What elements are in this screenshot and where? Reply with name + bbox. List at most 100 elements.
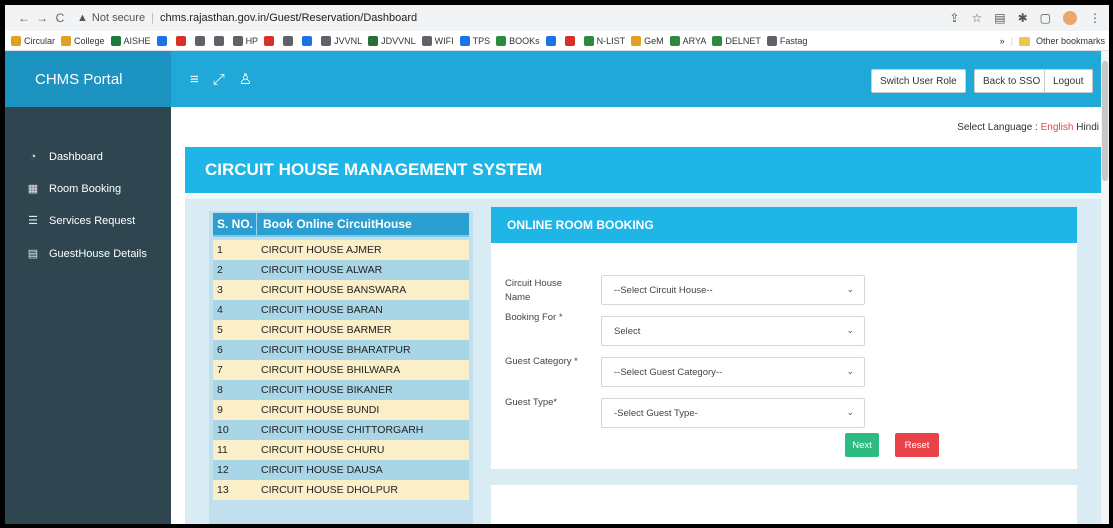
circuit-house-link[interactable]: CIRCUIT HOUSE AJMER — [257, 244, 382, 256]
table-row[interactable]: 9 CIRCUIT HOUSE BUNDI — [213, 400, 469, 420]
circuit-house-link[interactable]: CIRCUIT HOUSE BANSWARA — [257, 284, 406, 296]
circuit-house-link[interactable]: CIRCUIT HOUSE ALWAR — [257, 264, 382, 276]
bookmark-item[interactable] — [564, 35, 578, 46]
back-arrow-icon[interactable]: ← — [15, 11, 33, 25]
bookmark-item[interactable]: BOOKs — [496, 35, 540, 46]
other-bookmarks[interactable]: Other bookmarks — [1036, 36, 1105, 46]
bookmark-favicon-icon — [302, 35, 313, 46]
forward-arrow-icon[interactable]: → — [33, 11, 51, 25]
booking-for-select[interactable]: Select ⌄ — [601, 316, 865, 346]
table-row[interactable]: 11 CIRCUIT HOUSE CHURU — [213, 440, 469, 460]
menu-dots-icon[interactable]: ⋮ — [1089, 11, 1101, 25]
bookmark-item[interactable]: JDVVNL — [368, 35, 416, 46]
bookmark-item[interactable]: Circular — [11, 35, 56, 46]
bookmark-item[interactable] — [264, 35, 277, 46]
table-row[interactable]: 13 CIRCUIT HOUSE DHOLPUR — [213, 480, 469, 500]
bookmarks-overflow: » | Other bookmarks — [993, 31, 1105, 50]
table-row[interactable]: 1 CIRCUIT HOUSE AJMER — [213, 240, 469, 260]
circuit-house-link[interactable]: CIRCUIT HOUSE BHILWARA — [257, 364, 400, 376]
bookmark-item[interactable] — [302, 35, 315, 46]
bookmark-item[interactable]: JVVNL — [321, 35, 362, 46]
url-field[interactable]: ▲ Not secure | chms.rajasthan.gov.in/Gue… — [77, 12, 417, 24]
circuit-house-link[interactable]: CIRCUIT HOUSE BARMER — [257, 324, 392, 336]
bookmark-item[interactable]: HP — [232, 35, 258, 46]
back-to-sso-button[interactable]: Back to SSO — [974, 69, 1050, 93]
bookmark-item[interactable]: ARYA — [669, 35, 707, 46]
bookmark-item[interactable] — [175, 35, 189, 46]
reload-icon[interactable]: C — [51, 11, 69, 25]
language-english-link[interactable]: English — [1041, 122, 1074, 133]
expand-icon[interactable]: ⤢ — [213, 71, 225, 88]
circuit-house-link[interactable]: CIRCUIT HOUSE CHURU — [257, 444, 384, 456]
bookmark-item[interactable] — [194, 35, 208, 46]
table-row[interactable]: 10 CIRCUIT HOUSE CHITTORGARH — [213, 420, 469, 440]
sidebar-item-room-booking[interactable]: ▦ Room Booking — [27, 182, 121, 196]
brand-logo[interactable]: CHMS Portal — [5, 51, 171, 107]
sidebar-item-dashboard[interactable]: ◔ Dashboard — [27, 151, 103, 163]
bookmark-item[interactable]: College — [61, 35, 105, 46]
bookmark-favicon-icon — [421, 35, 432, 46]
table-row[interactable]: 8 CIRCUIT HOUSE BIKANER — [213, 380, 469, 400]
logout-button[interactable]: Logout — [1044, 69, 1093, 93]
switch-user-role-button[interactable]: Switch User Role — [871, 69, 966, 93]
share-icon[interactable]: ⇪ — [949, 11, 959, 25]
sidebar-item-services-request[interactable]: ☰ Services Request — [27, 214, 135, 228]
more-bookmarks-chevron[interactable]: » — [1000, 36, 1005, 46]
bookmark-item[interactable] — [283, 35, 296, 46]
guest-type-select[interactable]: -Select Guest Type- ⌄ — [601, 398, 865, 428]
bookmark-label: JDVVNL — [381, 35, 416, 46]
bookmark-label: N-LIST — [596, 35, 626, 46]
extensions-icon[interactable]: ✱ — [1018, 11, 1028, 25]
row-number: 5 — [217, 324, 223, 336]
page-scrollbar[interactable] — [1101, 51, 1109, 524]
scrollbar-thumb[interactable] — [1102, 61, 1108, 181]
table-row[interactable]: 5 CIRCUIT HOUSE BARMER — [213, 320, 469, 340]
circuit-house-link[interactable]: CIRCUIT HOUSE DHOLPUR — [257, 484, 398, 496]
reset-button[interactable]: Reset — [895, 433, 939, 457]
next-button[interactable]: Next — [845, 433, 879, 457]
table-row[interactable]: 2 CIRCUIT HOUSE ALWAR — [213, 260, 469, 280]
circuit-house-link[interactable]: CIRCUIT HOUSE BHARATPUR — [257, 344, 411, 356]
circuit-house-link[interactable]: CIRCUIT HOUSE DAUSA — [257, 464, 383, 476]
bookmark-item[interactable] — [545, 35, 559, 46]
circuit-house-link[interactable]: CIRCUIT HOUSE BUNDI — [257, 404, 379, 416]
bookmark-item[interactable] — [213, 35, 227, 46]
bookmark-item[interactable]: N-LIST — [583, 35, 626, 46]
star-icon[interactable]: ☆ — [971, 11, 982, 25]
url-text[interactable]: chms.rajasthan.gov.in/Guest/Reservation/… — [160, 12, 417, 24]
user-icon[interactable]: ♙ — [239, 70, 252, 88]
table-row[interactable]: 4 CIRCUIT HOUSE BARAN — [213, 300, 469, 320]
bookmark-item[interactable]: WIFI — [421, 35, 454, 46]
bookmark-label: Circular — [24, 35, 56, 46]
circuit-house-name-label: Circuit House Name — [505, 278, 563, 303]
reading-list-icon[interactable]: ▤ — [994, 11, 1005, 25]
circuit-house-link[interactable]: CIRCUIT HOUSE BARAN — [257, 304, 383, 316]
bookmark-item[interactable]: TPS — [459, 35, 490, 46]
table-row[interactable]: 6 CIRCUIT HOUSE BHARATPUR — [213, 340, 469, 360]
circuit-house-link[interactable]: CIRCUIT HOUSE BIKANER — [257, 384, 393, 396]
profile-avatar[interactable] — [1063, 11, 1077, 25]
bookmark-item[interactable] — [156, 35, 170, 46]
guest-category-select[interactable]: --Select Guest Category-- ⌄ — [601, 357, 865, 387]
row-number: 3 — [217, 284, 223, 296]
circuit-house-select[interactable]: --Select Circuit House-- ⌄ — [601, 275, 865, 305]
select-value: Select — [614, 325, 641, 337]
hamburger-menu-icon[interactable]: ≡ — [190, 71, 199, 88]
tab-window-icon[interactable]: ▢ — [1040, 11, 1051, 25]
language-prefix: Select Language : — [957, 122, 1041, 133]
sidebar-item-guesthouse-details[interactable]: ▤ GuestHouse Details — [27, 247, 147, 261]
table-row[interactable]: 7 CIRCUIT HOUSE BHILWARA — [213, 360, 469, 380]
bookmark-item[interactable]: AISHE — [110, 35, 151, 46]
browser-window: ← → C ▲ Not secure | chms.rajasthan.gov.… — [5, 5, 1109, 524]
bookmark-item[interactable]: Fastag — [766, 35, 807, 46]
table-row[interactable]: 12 CIRCUIT HOUSE DAUSA — [213, 460, 469, 480]
bookmark-favicon-icon — [459, 35, 470, 46]
bookmark-item[interactable]: DELNET — [712, 35, 761, 46]
row-number: 8 — [217, 384, 223, 396]
bookmarks-bar: Circular College AISHE HP JVVNL JDVVNL WIFI TPS… — [5, 31, 1109, 51]
language-hindi-link[interactable]: Hindi — [1076, 122, 1099, 133]
circuit-house-link[interactable]: CIRCUIT HOUSE CHITTORGARH — [257, 424, 423, 436]
bookmark-label: ARYA — [682, 35, 707, 46]
bookmark-item[interactable]: GeM — [631, 35, 664, 46]
table-row[interactable]: 3 CIRCUIT HOUSE BANSWARA — [213, 280, 469, 300]
